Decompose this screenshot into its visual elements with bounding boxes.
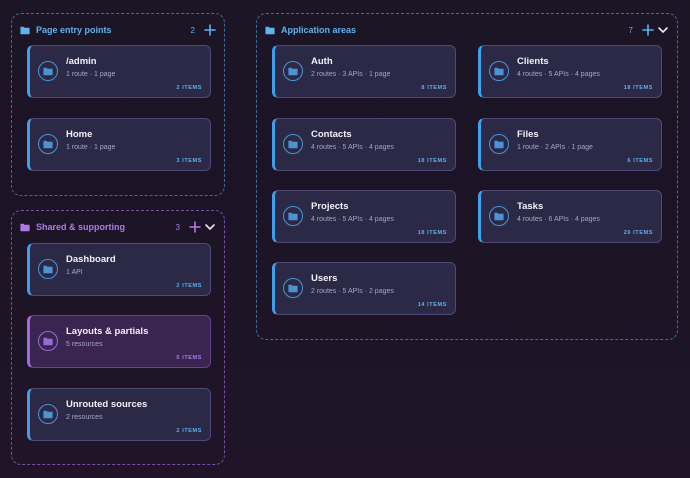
add-button[interactable] (189, 221, 201, 233)
card-unrouted-sources[interactable]: Unrouted sources 2 resources 2 ITEMS (27, 388, 211, 441)
chevron-down-icon (657, 24, 669, 36)
card-subtitle: 4 routes · 5 APIs · 4 pages (517, 71, 600, 78)
collapse-button[interactable] (204, 221, 216, 233)
folder-icon (283, 278, 303, 298)
folder-icon (265, 26, 275, 35)
card-subtitle: 5 resources (66, 341, 103, 348)
group-shared-supporting: Shared & supporting 3 Dashboard 1 API 2 … (11, 210, 225, 465)
card-subtitle: 1 route · 2 APIs · 1 page (517, 144, 593, 151)
folder-icon (20, 223, 30, 232)
card-users[interactable]: Users 2 routes · 5 APIs · 2 pages 14 ITE… (272, 262, 456, 315)
card-item-count: 18 ITEMS (417, 158, 447, 164)
card-title: /admin (66, 56, 97, 67)
card-projects[interactable]: Projects 4 routes · 5 APIs · 4 pages 18 … (272, 190, 456, 243)
card-item-count: 6 ITEMS (627, 158, 653, 164)
card-subtitle: 2 resources (66, 414, 103, 421)
card-subtitle: 1 route · 1 page (66, 71, 116, 78)
card-subtitle: 1 route · 1 page (66, 144, 116, 151)
folder-icon (283, 134, 303, 154)
chevron-down-icon (204, 221, 216, 233)
folder-icon (38, 61, 58, 81)
card-title: Layouts & partials (66, 326, 149, 337)
group-title: Page entry points (36, 25, 112, 35)
card-contacts[interactable]: Contacts 4 routes · 5 APIs · 4 pages 18 … (272, 118, 456, 171)
plus-icon (204, 24, 216, 36)
card-title: Tasks (517, 201, 544, 212)
card-subtitle: 1 API (66, 269, 83, 276)
card-title: Contacts (311, 129, 352, 140)
folder-icon (38, 259, 58, 279)
folder-icon (38, 134, 58, 154)
card-subtitle: 2 routes · 3 APIs · 1 page (311, 71, 391, 78)
group-header: Shared & supporting 3 (20, 218, 216, 236)
card-home[interactable]: Home 1 route · 1 page 3 ITEMS (27, 118, 211, 171)
folder-icon (38, 331, 58, 351)
group-count: 2 (190, 25, 195, 35)
folder-icon (489, 61, 509, 81)
folder-icon (283, 206, 303, 226)
card-tasks[interactable]: Tasks 4 routes · 6 APIs · 4 pages 20 ITE… (478, 190, 662, 243)
card-item-count: 20 ITEMS (623, 230, 653, 236)
card-title: Files (517, 129, 539, 140)
card-item-count: 2 ITEMS (176, 428, 202, 434)
card-title: Projects (311, 201, 349, 212)
group-application-areas: Application areas 7 Auth 2 routes · 3 AP… (256, 13, 678, 340)
folder-icon (489, 134, 509, 154)
card-item-count: 5 ITEMS (176, 355, 202, 361)
folder-icon (20, 26, 30, 35)
group-header: Application areas 7 (265, 21, 669, 39)
card-auth[interactable]: Auth 2 routes · 3 APIs · 1 page 8 ITEMS (272, 45, 456, 98)
folder-icon (283, 61, 303, 81)
card-item-count: 18 ITEMS (623, 85, 653, 91)
card-clients[interactable]: Clients 4 routes · 5 APIs · 4 pages 18 I… (478, 45, 662, 98)
card-subtitle: 4 routes · 5 APIs · 4 pages (311, 216, 394, 223)
card-files[interactable]: Files 1 route · 2 APIs · 1 page 6 ITEMS (478, 118, 662, 171)
group-header: Page entry points 2 (20, 21, 216, 39)
card-subtitle: 4 routes · 6 APIs · 4 pages (517, 216, 600, 223)
add-button[interactable] (642, 24, 654, 36)
group-count: 3 (175, 222, 180, 232)
group-count: 7 (628, 25, 633, 35)
plus-icon (189, 221, 201, 233)
group-page-entry-points: Page entry points 2 /admin 1 route · 1 p… (11, 13, 225, 196)
card-item-count: 18 ITEMS (417, 230, 447, 236)
add-button[interactable] (204, 24, 216, 36)
card-title: Auth (311, 56, 333, 67)
card-title: Clients (517, 56, 549, 67)
group-title: Application areas (281, 25, 357, 35)
card-item-count: 2 ITEMS (176, 283, 202, 289)
group-title: Shared & supporting (36, 222, 126, 232)
card-title: Dashboard (66, 254, 116, 265)
card-subtitle: 4 routes · 5 APIs · 4 pages (311, 144, 394, 151)
card-subtitle: 2 routes · 5 APIs · 2 pages (311, 288, 394, 295)
card-item-count: 2 ITEMS (176, 85, 202, 91)
plus-icon (642, 24, 654, 36)
card-layouts-partials[interactable]: Layouts & partials 5 resources 5 ITEMS (27, 315, 211, 368)
folder-icon (38, 404, 58, 424)
card-title: Home (66, 129, 93, 140)
card-title: Unrouted sources (66, 399, 148, 410)
folder-icon (489, 206, 509, 226)
card-item-count: 14 ITEMS (417, 302, 447, 308)
card-item-count: 8 ITEMS (421, 85, 447, 91)
card-admin[interactable]: /admin 1 route · 1 page 2 ITEMS (27, 45, 211, 98)
card-dashboard[interactable]: Dashboard 1 API 2 ITEMS (27, 243, 211, 296)
collapse-button[interactable] (657, 24, 669, 36)
card-title: Users (311, 273, 338, 284)
card-item-count: 3 ITEMS (176, 158, 202, 164)
